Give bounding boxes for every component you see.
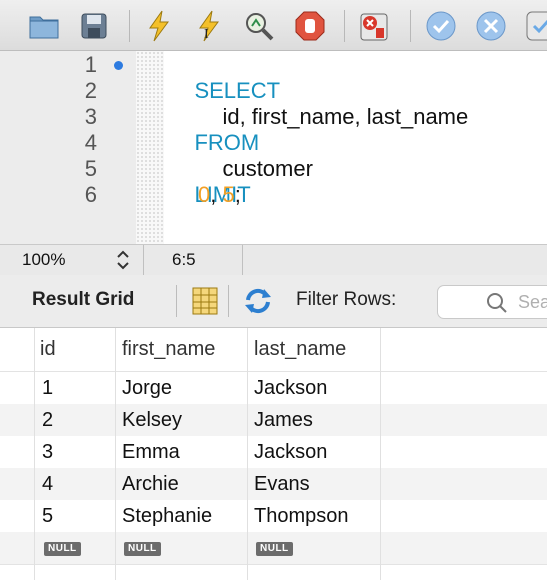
chevron-updown-icon — [117, 250, 129, 270]
save-icon — [81, 13, 107, 39]
sql-text: id, first_name, last_name — [222, 104, 469, 129]
cell-last-name[interactable]: Jackson — [254, 372, 327, 404]
result-toolbar: Result Grid Filter Rows: Sea — [0, 275, 547, 328]
search-icon — [487, 293, 507, 313]
sql-number: 5 — [222, 182, 235, 207]
cell-first-name[interactable]: Emma — [122, 436, 180, 468]
stop-button[interactable] — [294, 10, 326, 42]
save-button[interactable] — [78, 10, 110, 42]
cell-first-name-null[interactable]: NULL — [124, 532, 161, 564]
null-badge: NULL — [256, 541, 293, 556]
cell-last-name[interactable]: James — [254, 404, 313, 436]
cell-id[interactable]: 3 — [42, 436, 53, 468]
zoom-level[interactable]: 100% — [22, 245, 65, 275]
column-header-first-name[interactable]: first_name — [122, 328, 215, 371]
cell-id[interactable]: 1 — [42, 372, 53, 404]
toggle-stop-on-error-button[interactable] — [358, 10, 390, 42]
cell-last-name[interactable]: Evans — [254, 468, 310, 500]
refresh-button[interactable] — [243, 287, 273, 320]
grid-layout-button[interactable] — [192, 287, 218, 320]
table-row[interactable]: 1 Jorge Jackson — [0, 372, 547, 404]
open-folder-button[interactable] — [28, 10, 60, 42]
line-number: 6 — [84, 182, 97, 207]
sql-punct: , — [210, 182, 223, 207]
cell-id-null[interactable]: NULL — [44, 532, 81, 564]
table-row[interactable]: 5 Stephanie Thompson — [0, 500, 547, 532]
line-number-gutter: 1 2 3 4 5 6 — [0, 51, 136, 244]
result-grid: id first_name last_name 1 Jorge Jackson … — [0, 328, 547, 580]
line-number: 2 — [84, 78, 97, 103]
stop-hand-icon — [295, 11, 325, 41]
code-line-6: 0, 5; — [198, 182, 241, 208]
zoom-stepper[interactable] — [116, 245, 130, 275]
column-header-id[interactable]: id — [40, 328, 56, 371]
commit-button[interactable] — [425, 10, 457, 42]
rollback-x-icon — [476, 11, 506, 41]
filter-rows-label: Filter Rows: — [296, 289, 397, 310]
query-toolbar: I — [0, 0, 547, 51]
column-header-last-name[interactable]: last_name — [254, 328, 346, 371]
cell-last-name-null[interactable]: NULL — [256, 532, 293, 564]
commit-check-icon — [426, 11, 456, 41]
result-grid-title[interactable]: Result Grid — [32, 289, 134, 311]
fold-margin — [136, 51, 164, 244]
cell-first-name[interactable]: Jorge — [122, 372, 172, 404]
cell-id[interactable]: 4 — [42, 468, 53, 500]
cell-last-name[interactable]: Jackson — [254, 436, 327, 468]
search-placeholder: Sea — [518, 292, 547, 312]
execute-lightning-icon — [149, 10, 169, 42]
cell-id[interactable]: 5 — [42, 500, 53, 532]
execute-current-lightning-icon: I — [199, 10, 219, 42]
explain-magnifier-icon — [246, 13, 274, 41]
svg-text:I: I — [204, 27, 209, 42]
current-line-marker — [114, 61, 123, 70]
refresh-icon — [245, 288, 271, 314]
autocommit-icon — [526, 11, 547, 41]
table-row[interactable]: 4 Archie Evans — [0, 468, 547, 500]
cell-first-name[interactable]: Kelsey — [122, 404, 182, 436]
cell-id[interactable]: 2 — [42, 404, 53, 436]
filter-rows-input[interactable]: Sea — [437, 285, 547, 319]
line-number: 4 — [84, 130, 97, 155]
line-number: 1 — [84, 52, 97, 77]
sql-editor[interactable]: 1 2 3 4 5 6 SELECT id, first_name, last_… — [0, 51, 547, 244]
editor-status-bar: 100% 6:5 — [0, 244, 547, 276]
autocommit-toggle[interactable] — [525, 10, 547, 42]
rollback-button[interactable] — [475, 10, 507, 42]
null-badge: NULL — [124, 541, 161, 556]
line-number: 3 — [84, 104, 97, 129]
execute-button[interactable] — [143, 10, 175, 42]
cell-first-name[interactable]: Archie — [122, 468, 179, 500]
sql-number: 0 — [198, 182, 211, 207]
null-badge: NULL — [44, 541, 81, 556]
line-number: 5 — [84, 156, 97, 181]
table-row[interactable]: 2 Kelsey James — [0, 404, 547, 436]
toggle-stop-on-error-icon — [360, 13, 388, 41]
folder-icon — [29, 16, 59, 39]
explain-button[interactable] — [243, 10, 275, 42]
cell-first-name[interactable]: Stephanie — [122, 500, 212, 532]
execute-current-button[interactable]: I — [193, 10, 225, 42]
table-row[interactable]: 3 Emma Jackson — [0, 436, 547, 468]
table-row-new[interactable]: NULL NULL NULL — [0, 532, 547, 564]
cursor-position: 6:5 — [172, 250, 196, 269]
grid-layout-icon — [192, 287, 218, 315]
cell-last-name[interactable]: Thompson — [254, 500, 349, 532]
sql-punct: ; — [234, 182, 241, 207]
